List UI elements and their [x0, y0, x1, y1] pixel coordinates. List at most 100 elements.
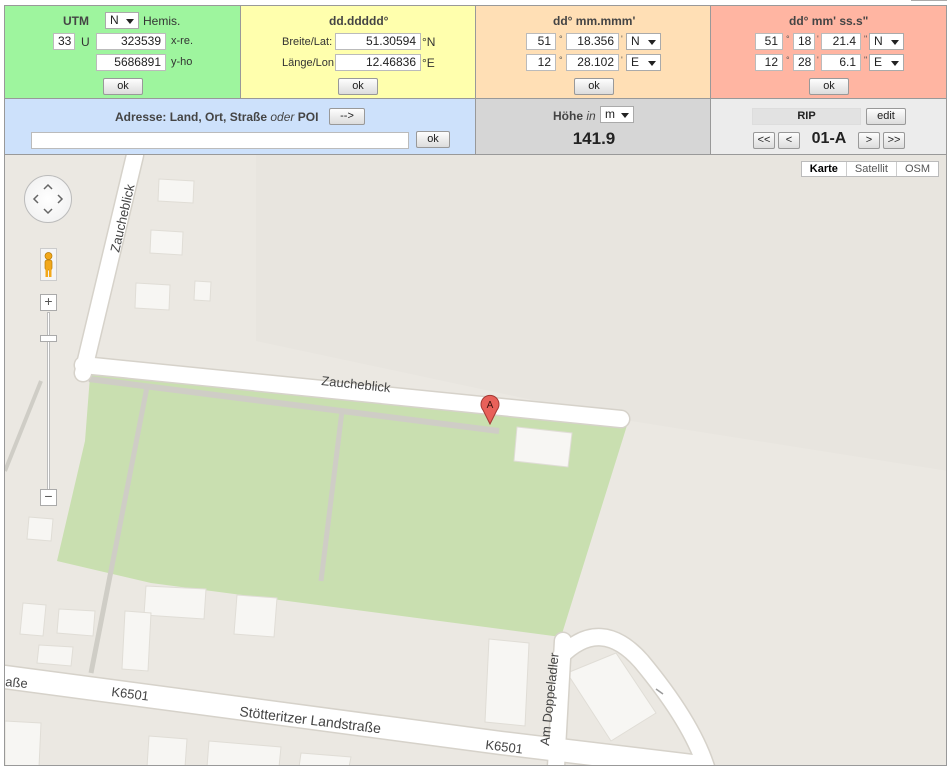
utm-panel: UTM N Hemis. 33 U 323539 x-re. 5686891 y… — [4, 5, 241, 99]
address-panel: Adresse: Land, Ort, Straße oder POI --> … — [4, 98, 476, 155]
hemisphere-value: N — [110, 13, 119, 27]
building — [233, 594, 278, 638]
marker-label: A — [487, 400, 494, 411]
top-right-edge — [911, 0, 947, 3]
height-label-in: in — [586, 109, 596, 123]
dm-lon-deg-input[interactable]: 12 — [526, 54, 556, 71]
building — [193, 280, 212, 302]
northing-label: y-ho — [171, 56, 193, 68]
current-waypoint: 01-A — [811, 130, 847, 147]
address-title-poi: POI — [294, 110, 319, 124]
map-type-control: Karte Satellit OSM — [800, 161, 939, 177]
dms-lat-sec-input[interactable]: 21.4 — [821, 33, 861, 50]
rip-field: RIP — [752, 108, 861, 125]
decimal-title: dd.ddddd° — [329, 14, 389, 28]
deg-symbol: ° — [559, 34, 563, 44]
lon-unit: °E — [422, 56, 435, 70]
dms-lon-deg-input[interactable]: 12 — [755, 54, 783, 71]
zoom-slider-handle[interactable] — [40, 335, 57, 342]
nav-panel: RIP edit << < 01-A > >> — [710, 98, 947, 155]
building — [157, 178, 195, 204]
edit-button[interactable]: edit — [866, 108, 906, 125]
building — [36, 644, 74, 667]
address-search-arrow-button[interactable]: --> — [329, 108, 365, 125]
dms-lon-sec-input[interactable]: 6.1 — [821, 54, 861, 71]
chevron-down-icon — [126, 19, 134, 24]
nav-first-button[interactable]: << — [753, 132, 775, 149]
street-label-edge: aße — [5, 674, 28, 691]
zoom-in-button[interactable]: + — [40, 294, 57, 311]
min-symbol: ' — [621, 55, 623, 65]
sec-symbol: " — [864, 34, 868, 44]
chevron-down-icon — [648, 40, 656, 45]
dms-lon-min-input[interactable]: 28 — [793, 54, 815, 71]
chevron-down-icon — [891, 40, 899, 45]
lat-label: Breite/Lat: — [282, 36, 333, 48]
dm-panel: dd° mm.mmm' 51 ° 18.356 ' N 12 ° 28.102 … — [475, 5, 711, 99]
dms-lon-dir-select[interactable]: E — [869, 54, 904, 71]
nav-next-button[interactable]: > — [858, 132, 880, 149]
map-type-osm-button[interactable]: OSM — [895, 162, 938, 176]
address-input[interactable] — [31, 132, 409, 149]
height-label-text: Höhe — [553, 109, 587, 123]
dms-lat-min-input[interactable]: 18 — [793, 33, 815, 50]
utm-zone-letter: U — [81, 35, 90, 49]
building — [26, 516, 54, 542]
chevron-down-icon — [648, 61, 656, 66]
min-symbol: ' — [817, 55, 819, 65]
height-label: Höhe in — [553, 109, 596, 123]
dm-lat-deg-input[interactable]: 51 — [526, 33, 556, 50]
nav-last-button[interactable]: >> — [883, 132, 905, 149]
pan-arrows-icon — [32, 183, 64, 215]
utm-zone-input[interactable]: 33 — [53, 33, 75, 50]
deg-symbol: ° — [559, 55, 563, 65]
map-type-karte-button[interactable]: Karte — [802, 162, 846, 176]
pegman-figure-icon — [44, 252, 53, 277]
building — [146, 735, 188, 765]
northing-input[interactable]: 5686891 — [96, 54, 166, 71]
dm-lon-dir-value: E — [631, 55, 640, 69]
utm-ok-button[interactable]: ok — [103, 78, 143, 95]
building — [19, 602, 47, 637]
decimal-panel: dd.ddddd° Breite/Lat: 51.30594 °N Länge/… — [240, 5, 476, 99]
map-container[interactable]: Zaucheblick Zaucheblick aße K6501 Stötte… — [4, 154, 947, 766]
lat-unit: °N — [422, 35, 436, 49]
lon-label: Länge/Lon — [282, 57, 334, 69]
nav-prev-button[interactable]: < — [778, 132, 800, 149]
dms-title: dd° mm' ss.s" — [789, 14, 869, 28]
easting-input[interactable]: 323539 — [96, 33, 166, 50]
min-symbol: ' — [817, 34, 819, 44]
decimal-ok-button[interactable]: ok — [338, 78, 378, 95]
chevron-down-icon — [891, 61, 899, 66]
sec-symbol: " — [864, 55, 868, 65]
dms-lat-dir-value: N — [874, 34, 883, 48]
address-title: Adresse: Land, Ort, Straße oder POI — [115, 110, 318, 124]
height-unit-select[interactable]: m — [600, 106, 634, 123]
lon-decimal-input[interactable]: 12.46836 — [335, 54, 421, 71]
building — [121, 610, 152, 672]
chevron-down-icon — [621, 113, 629, 118]
street-view-pegman-icon[interactable] — [40, 248, 57, 281]
dm-lat-dir-select[interactable]: N — [626, 33, 661, 50]
dms-lat-dir-select[interactable]: N — [869, 33, 904, 50]
zoom-out-button[interactable]: − — [40, 489, 57, 506]
lat-decimal-input[interactable]: 51.30594 — [335, 33, 421, 50]
map-type-satellit-button[interactable]: Satellit — [845, 162, 896, 176]
dm-ok-button[interactable]: ok — [574, 78, 614, 95]
dm-lat-dir-value: N — [631, 34, 640, 48]
dms-lon-dir-value: E — [874, 55, 883, 69]
building — [56, 608, 96, 637]
dm-lon-dir-select[interactable]: E — [626, 54, 661, 71]
address-title-oder: oder — [270, 110, 295, 124]
hemisphere-select[interactable]: N — [105, 12, 139, 29]
dm-lat-min-input[interactable]: 18.356 — [566, 33, 619, 50]
dms-ok-button[interactable]: ok — [809, 78, 849, 95]
dms-lat-deg-input[interactable]: 51 — [755, 33, 783, 50]
address-ok-button[interactable]: ok — [416, 131, 450, 148]
dm-lon-min-input[interactable]: 28.102 — [566, 54, 619, 71]
building — [149, 229, 184, 256]
address-title-text: Adresse: Land, Ort, Straße — [115, 110, 271, 124]
pan-control[interactable] — [24, 175, 72, 223]
map-canvas[interactable]: Zaucheblick Zaucheblick aße K6501 Stötte… — [5, 155, 947, 766]
height-value: 141.9 — [572, 129, 616, 148]
